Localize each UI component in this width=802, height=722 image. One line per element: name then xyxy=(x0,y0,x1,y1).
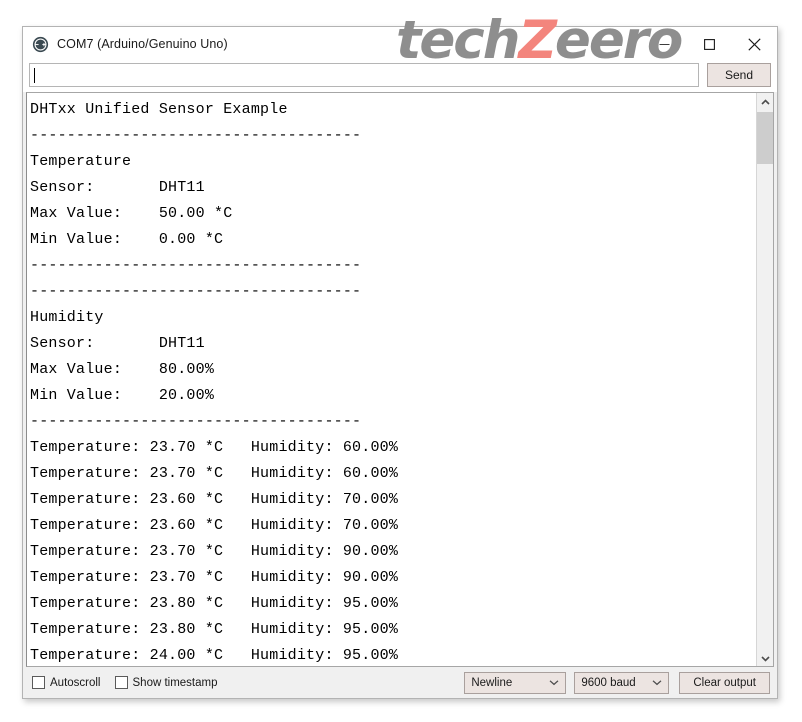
text-caret xyxy=(34,67,35,83)
arduino-logo-icon xyxy=(32,36,49,53)
line-ending-dropdown[interactable]: Newline xyxy=(464,671,567,694)
close-button[interactable] xyxy=(732,27,777,61)
baud-rate-value: 9600 baud xyxy=(581,676,636,689)
chevron-up-icon xyxy=(761,93,770,111)
window-title: COM7 (Arduino/Genuino Uno) xyxy=(57,37,228,51)
checkbox-box xyxy=(114,676,128,689)
checkbox-group: Autoscroll Show timestamp xyxy=(32,676,232,689)
scroll-down-button[interactable] xyxy=(757,649,773,667)
autoscroll-checkbox[interactable]: Autoscroll xyxy=(32,676,101,689)
scrollbar-thumb[interactable] xyxy=(757,112,773,164)
scroll-up-button[interactable] xyxy=(757,93,773,111)
baud-rate-dropdown[interactable]: 9600 baud xyxy=(574,671,670,694)
send-input[interactable] xyxy=(29,63,699,87)
minimize-button[interactable] xyxy=(642,27,687,61)
send-button[interactable]: Send xyxy=(707,63,771,87)
checkbox-box xyxy=(32,676,45,689)
output-scrollbar[interactable] xyxy=(756,93,773,666)
bottom-toolbar: Autoscroll Show timestamp Newline 9600 b… xyxy=(23,667,777,698)
serial-output-panel: DHTxx Unified Sensor Example -----------… xyxy=(26,92,774,667)
autoscroll-label: Autoscroll xyxy=(50,676,101,689)
title-bar: COM7 (Arduino/Genuino Uno) xyxy=(23,27,777,61)
send-row: Send xyxy=(23,61,777,92)
show-timestamp-label: Show timestamp xyxy=(132,676,218,689)
serial-monitor-window: COM7 (Arduino/Genuino Uno) Send DHTxx Un… xyxy=(22,26,778,699)
show-timestamp-checkbox[interactable]: Show timestamp xyxy=(114,676,218,689)
maximize-button[interactable] xyxy=(687,27,732,61)
close-icon xyxy=(748,37,761,51)
chevron-down-icon xyxy=(761,649,770,667)
screenshot-root: COM7 (Arduino/Genuino Uno) Send DHTxx Un… xyxy=(0,0,802,722)
clear-output-button[interactable]: Clear output xyxy=(679,671,770,694)
maximize-icon xyxy=(704,38,715,50)
line-ending-value: Newline xyxy=(471,676,513,689)
serial-output-text[interactable]: DHTxx Unified Sensor Example -----------… xyxy=(27,93,756,666)
window-controls xyxy=(642,27,777,61)
chevron-down-icon xyxy=(652,677,662,689)
chevron-down-icon xyxy=(549,677,559,689)
